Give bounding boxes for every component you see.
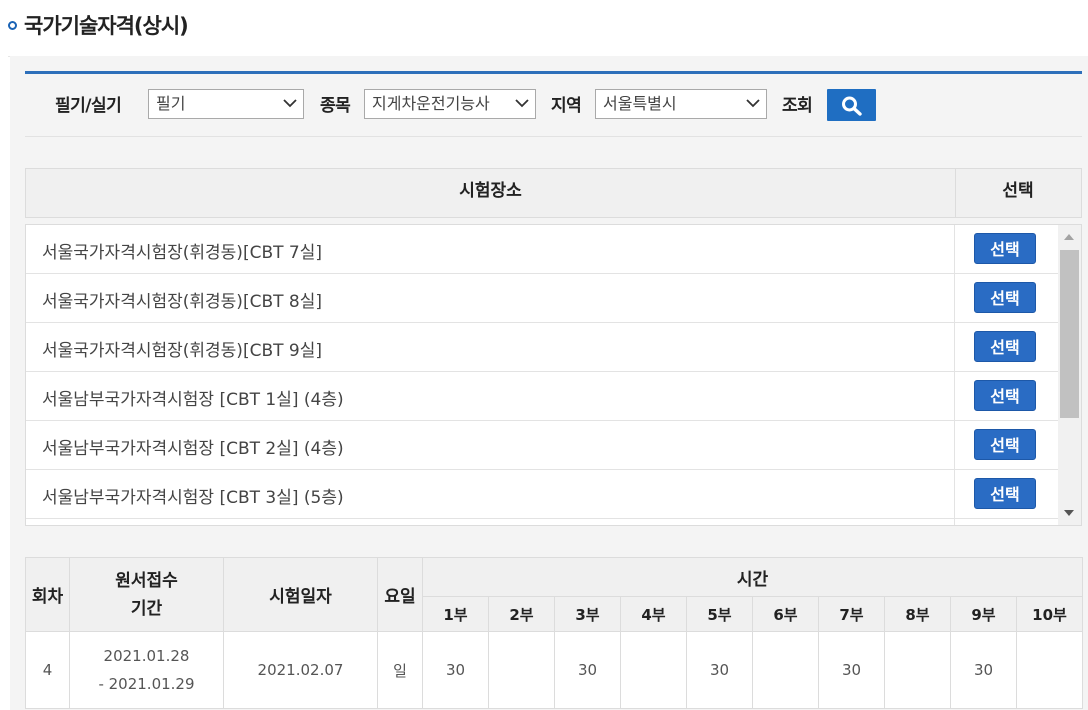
search-bar: 필기/실기 필기 종목 지게차운전기능사 지역 서울특별시 조회 xyxy=(25,74,1082,137)
scrollbar-thumb[interactable] xyxy=(1060,250,1079,418)
chevron-down-icon xyxy=(515,98,529,108)
region-select-value: 서울특별시 xyxy=(603,94,677,113)
exam-date-cell: 2021.02.07 xyxy=(223,631,378,709)
apply-header-line1: 원서접수 xyxy=(115,570,178,591)
type-select[interactable]: 필기 xyxy=(148,89,304,119)
column-divider xyxy=(954,470,955,519)
column-divider xyxy=(954,372,955,421)
scroll-up-arrow-icon[interactable] xyxy=(1064,234,1074,240)
exam-date-header: 시험일자 xyxy=(223,557,378,632)
select-button[interactable]: 선택 xyxy=(974,282,1036,313)
schedule-table: 회차 원서접수 기간 시험일자 요일 시간 1부 2부 3부 4부 5부 6부 … xyxy=(25,557,1083,709)
select-button[interactable]: 선택 xyxy=(974,331,1036,362)
apply-end: - 2021.01.29 xyxy=(98,675,195,693)
session-cell[interactable]: 30 xyxy=(554,631,621,709)
venue-name: 서울남부국가자격시험장 [CBT 1실] (4층) xyxy=(42,390,344,410)
select-button[interactable]: 선택 xyxy=(974,478,1036,509)
venue-column-header: 시험장소 xyxy=(26,169,956,217)
session-cell xyxy=(620,631,687,709)
weekday-header: 요일 xyxy=(377,557,423,632)
session-header: 3부 xyxy=(554,596,621,632)
venue-table-header: 시험장소 선택 xyxy=(25,168,1082,218)
weekday-cell: 일 xyxy=(377,631,423,709)
session-header: 10부 xyxy=(1016,596,1083,632)
apply-period-cell: 2021.01.28 - 2021.01.29 xyxy=(69,631,224,709)
venue-list-scrollbar[interactable] xyxy=(1058,225,1081,525)
search-icon xyxy=(842,96,862,116)
venue-row: 서울남부국가자격시험장 [CBT 3실] (5층) 선택 xyxy=(26,470,1058,519)
session-cell[interactable]: 30 xyxy=(950,631,1017,709)
schedule-row: 4 2021.01.28 - 2021.01.29 2021.02.07 일 3… xyxy=(25,631,1083,709)
column-divider xyxy=(954,519,955,525)
session-header: 1부 xyxy=(422,596,489,632)
venue-row: 서울국가자격시험장(휘경동)[CBT 7실] 선택 xyxy=(26,225,1058,274)
type-label: 필기/실기 xyxy=(55,96,122,116)
column-divider xyxy=(954,225,955,274)
session-header: 7부 xyxy=(818,596,885,632)
venue-name: 서울국가자격시험장(휘경동)[CBT 9실] xyxy=(42,341,322,361)
lookup-label: 조회 xyxy=(782,96,813,116)
apply-header-line2: 기간 xyxy=(130,598,163,619)
session-cell xyxy=(884,631,951,709)
session-cell[interactable]: 30 xyxy=(686,631,753,709)
round-cell: 4 xyxy=(25,631,70,709)
apply-start: 2021.01.28 xyxy=(103,647,190,665)
item-select-value: 지게차운전기능사 xyxy=(372,94,490,113)
column-divider xyxy=(954,274,955,323)
select-button[interactable]: 선택 xyxy=(974,233,1036,264)
page-header: 국가기술자격(상시) xyxy=(8,8,189,42)
chevron-down-icon xyxy=(283,99,297,108)
time-header: 시간 xyxy=(422,557,1083,597)
select-column-header: 선택 xyxy=(1002,181,1034,201)
column-divider xyxy=(954,323,955,372)
venue-row-partial xyxy=(26,519,1058,525)
session-header: 4부 xyxy=(620,596,687,632)
session-header: 6부 xyxy=(752,596,819,632)
session-header: 2부 xyxy=(488,596,555,632)
bullet-icon xyxy=(8,20,17,30)
chevron-down-icon xyxy=(746,99,760,108)
region-select[interactable]: 서울특별시 xyxy=(595,89,767,119)
venue-name: 서울국가자격시험장(휘경동)[CBT 8실] xyxy=(42,292,322,312)
session-cell xyxy=(488,631,555,709)
page-title: 국가기술자격(상시) xyxy=(24,14,189,38)
session-header: 9부 xyxy=(950,596,1017,632)
apply-period-header: 원서접수 기간 xyxy=(69,557,224,632)
select-button[interactable]: 선택 xyxy=(974,380,1036,411)
venue-name: 서울남부국가자격시험장 [CBT 3실] (5층) xyxy=(42,488,344,508)
venue-list: 서울국가자격시험장(휘경동)[CBT 7실] 선택 서울국가자격시험장(휘경동)… xyxy=(25,224,1082,526)
type-select-value: 필기 xyxy=(156,94,186,113)
select-button[interactable]: 선택 xyxy=(974,429,1036,460)
session-cell[interactable]: 30 xyxy=(818,631,885,709)
session-cell[interactable]: 30 xyxy=(422,631,489,709)
venue-row: 서울국가자격시험장(휘경동)[CBT 8실] 선택 xyxy=(26,274,1058,323)
session-cell xyxy=(752,631,819,709)
item-label: 종목 xyxy=(320,96,351,116)
round-header: 회차 xyxy=(25,557,70,632)
session-header: 5부 xyxy=(686,596,753,632)
session-cell xyxy=(1016,631,1083,709)
column-divider xyxy=(954,421,955,470)
venue-row: 서울남부국가자격시험장 [CBT 1실] (4층) 선택 xyxy=(26,372,1058,421)
venue-row: 서울남부국가자격시험장 [CBT 2실] (4층) 선택 xyxy=(26,421,1058,470)
session-header: 8부 xyxy=(884,596,951,632)
venue-name: 서울남부국가자격시험장 [CBT 2실] (4층) xyxy=(42,439,344,459)
venue-row: 서울국가자격시험장(휘경동)[CBT 9실] 선택 xyxy=(26,323,1058,372)
venue-name: 서울국가자격시험장(휘경동)[CBT 7실] xyxy=(42,243,322,263)
search-button[interactable] xyxy=(827,89,876,121)
item-select[interactable]: 지게차운전기능사 xyxy=(364,89,536,119)
scroll-down-arrow-icon[interactable] xyxy=(1064,510,1074,516)
region-label: 지역 xyxy=(551,96,582,116)
